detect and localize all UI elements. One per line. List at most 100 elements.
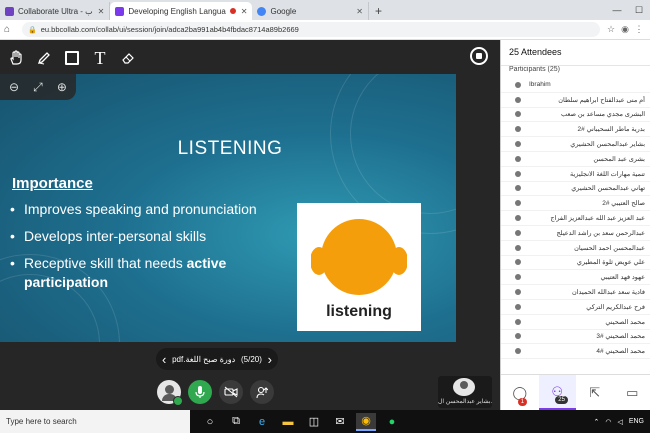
store-icon[interactable]: ◫ bbox=[304, 413, 324, 431]
attendee-row[interactable]: تنمية مهارات اللغة الانجليزية bbox=[501, 167, 650, 182]
circle-icon[interactable]: ○ bbox=[200, 413, 220, 431]
close-tab-icon[interactable]: ✕ bbox=[356, 7, 363, 16]
minimize-icon[interactable]: — bbox=[606, 5, 628, 15]
previous-slide-icon[interactable]: ‹ bbox=[162, 352, 166, 367]
attendee-name: أم منى عبدالفتاح ابراهيم سلطان bbox=[558, 96, 645, 104]
microphone-button[interactable] bbox=[188, 380, 212, 404]
attendee-name: فرح عبدالكريم التركي bbox=[586, 303, 645, 311]
task-view-icon[interactable]: ⧉ bbox=[226, 413, 246, 431]
account-icon[interactable]: ◉ bbox=[618, 24, 632, 35]
attendee-row[interactable]: عبد العزيز عبد الله عبدالعزيز الفراج bbox=[501, 211, 650, 226]
bullet-item: Develops inter-personal skills bbox=[10, 227, 280, 246]
attendee-row[interactable]: البشرى مجدي مساعد بن صعب bbox=[501, 108, 650, 123]
attendee-row[interactable]: محمد الصحيني bbox=[501, 315, 650, 330]
tab-google[interactable]: Google ✕ bbox=[252, 2, 369, 20]
attendee-name: بشرى عبد المحسن bbox=[593, 155, 645, 163]
attendee-row[interactable]: عهود فهد العتيبي bbox=[501, 270, 650, 286]
tab-collaborate-ultra[interactable]: Collaborate Ultra - ب ✕ bbox=[0, 2, 111, 20]
taskbar-search[interactable]: Type here to search bbox=[0, 410, 190, 433]
raise-hand-button[interactable] bbox=[250, 380, 274, 404]
language-indicator[interactable]: ENG bbox=[629, 418, 644, 425]
address-bar: ⌂ 🔒 eu.bbcollab.com/collab/ui/session/jo… bbox=[0, 20, 650, 40]
user-icon bbox=[515, 96, 521, 103]
attendee-name: عبد العزيز عبد الله عبدالعزيز الفراج bbox=[550, 215, 645, 223]
attendee-name: عبدالمحسن احمد الحسيان bbox=[574, 244, 645, 252]
close-tab-icon[interactable]: ✕ bbox=[98, 7, 105, 16]
camera-button[interactable] bbox=[219, 380, 243, 404]
attendees-tab[interactable]: ⚇ 25 bbox=[538, 375, 576, 410]
attendee-row[interactable]: صالح العتيبي #2 bbox=[501, 196, 650, 212]
home-icon[interactable]: ⌂ bbox=[4, 24, 18, 35]
attendee-row[interactable]: بشاير عبدالمحسن الحشيري bbox=[501, 137, 650, 152]
more-tab[interactable]: ▭ bbox=[614, 375, 650, 410]
url-text: eu.bbcollab.com/collab/ui/session/join/a… bbox=[40, 25, 299, 34]
zoom-out-icon[interactable]: ⊖ bbox=[9, 80, 19, 94]
tray-chevron-icon[interactable]: ⌃ bbox=[593, 418, 599, 426]
attendee-row[interactable]: محمد الصحيني #4 bbox=[501, 344, 650, 360]
search-placeholder: Type here to search bbox=[6, 417, 77, 426]
chat-tab[interactable]: ◯ 1 bbox=[501, 375, 539, 410]
new-tab-button[interactable]: + bbox=[369, 2, 388, 20]
file-explorer-icon[interactable]: ▬ bbox=[278, 413, 298, 431]
zoom-in-icon[interactable]: ⊕ bbox=[57, 80, 67, 94]
tab-label: Google bbox=[270, 6, 297, 16]
mail-icon[interactable]: ✉ bbox=[330, 413, 350, 431]
attendee-name: تنمية مهارات اللغة الانجليزية bbox=[570, 170, 645, 178]
more-icon: ▭ bbox=[626, 384, 639, 400]
attendee-row[interactable]: بدرية ماطر السحيباني #2 bbox=[501, 122, 650, 138]
user-icon bbox=[515, 111, 521, 118]
attendee-name: فادية سعد عبدالله الحميدان bbox=[571, 289, 645, 297]
zoom-tools: ⊖ ⤢ ⊕ bbox=[0, 74, 76, 100]
chrome-icon[interactable]: ◉ bbox=[356, 412, 376, 431]
maximize-icon[interactable]: ☐ bbox=[628, 5, 650, 16]
attendee-row[interactable]: فرح عبدالكريم التركي bbox=[501, 300, 650, 315]
user-icon bbox=[515, 215, 521, 222]
attendee-row[interactable]: محمد الصحيني #3 bbox=[501, 330, 650, 345]
pen-icon[interactable] bbox=[32, 46, 56, 70]
microphone-icon bbox=[195, 386, 205, 398]
attendee-name: البشرى مجدي مساعد بن صعب bbox=[561, 111, 645, 119]
panel-tabs: ◯ 1 ⚇ 25 ⇱ ▭ bbox=[501, 374, 650, 410]
taskbar: Type here to search ○ ⧉ e ▬ ◫ ✉ ◉ ● ⌃ ◠ … bbox=[0, 410, 650, 433]
close-tab-icon[interactable]: ✕ bbox=[241, 7, 248, 16]
volume-icon[interactable]: ◁ bbox=[617, 418, 622, 426]
listening-image: listening bbox=[297, 203, 421, 331]
tab-developing-english[interactable]: Developing English Langua ✕ bbox=[110, 2, 253, 20]
url-field[interactable]: 🔒 eu.bbcollab.com/collab/ui/session/join… bbox=[22, 22, 600, 37]
user-icon bbox=[515, 229, 521, 236]
menu-icon[interactable]: ⋮ bbox=[632, 24, 646, 35]
presenter-tile[interactable]: بشاير عبدالمحسن ال... bbox=[438, 376, 492, 408]
text-tool-icon[interactable]: T bbox=[88, 46, 112, 70]
hand-icon[interactable] bbox=[4, 46, 28, 70]
status-ok-icon bbox=[173, 396, 183, 406]
user-icon bbox=[515, 259, 521, 266]
my-status-button[interactable] bbox=[157, 380, 183, 406]
google-favicon-icon bbox=[257, 6, 267, 16]
attendee-row[interactable]: علي عويض ثلوة المطيري bbox=[501, 256, 650, 271]
shape-rectangle-icon[interactable] bbox=[65, 51, 79, 65]
attendee-row[interactable]: فادية سعد عبدالله الحميدان bbox=[501, 285, 650, 300]
attendee-row[interactable]: عبدالمحسن احمد الحسيان bbox=[501, 241, 650, 256]
attendee-name: علي عويض ثلوة المطيري bbox=[576, 259, 645, 267]
window-controls: — ☐ bbox=[606, 0, 650, 20]
edge-icon[interactable]: e bbox=[252, 413, 272, 431]
eraser-icon[interactable] bbox=[116, 46, 140, 70]
fit-screen-icon[interactable]: ⤢ bbox=[33, 80, 43, 95]
star-icon[interactable]: ☆ bbox=[604, 24, 618, 35]
presenter-avatar-icon bbox=[453, 378, 475, 396]
attendee-row[interactable]: أم منى عبدالفتاح ابراهيم سلطان bbox=[501, 93, 650, 108]
user-icon bbox=[515, 200, 521, 207]
next-slide-icon[interactable]: › bbox=[268, 352, 272, 367]
attendee-row[interactable]: عبدالرحمن سعد بن راشد الدعيلج bbox=[501, 226, 650, 241]
whatsapp-icon[interactable]: ● bbox=[382, 413, 402, 431]
share-content-tab[interactable]: ⇱ bbox=[576, 375, 614, 410]
attendees-badge: 25 bbox=[555, 396, 568, 404]
attendee-row[interactable]: بشرى عبد المحسن bbox=[501, 152, 650, 167]
attendee-row[interactable]: Ibrahim bbox=[501, 78, 650, 93]
wifi-icon[interactable]: ◠ bbox=[605, 418, 611, 426]
stop-share-button[interactable] bbox=[470, 47, 488, 65]
attendee-list: Ibrahim أم منى عبدالفتاح ابراهيم سلطان الب… bbox=[501, 78, 650, 374]
attendee-name: بدرية ماطر السحيباني #2 bbox=[577, 126, 645, 134]
attendee-row[interactable]: تهاني عبدالمحسن الحشيري bbox=[501, 182, 650, 197]
tab-label: Collaborate Ultra - ب bbox=[18, 6, 93, 16]
